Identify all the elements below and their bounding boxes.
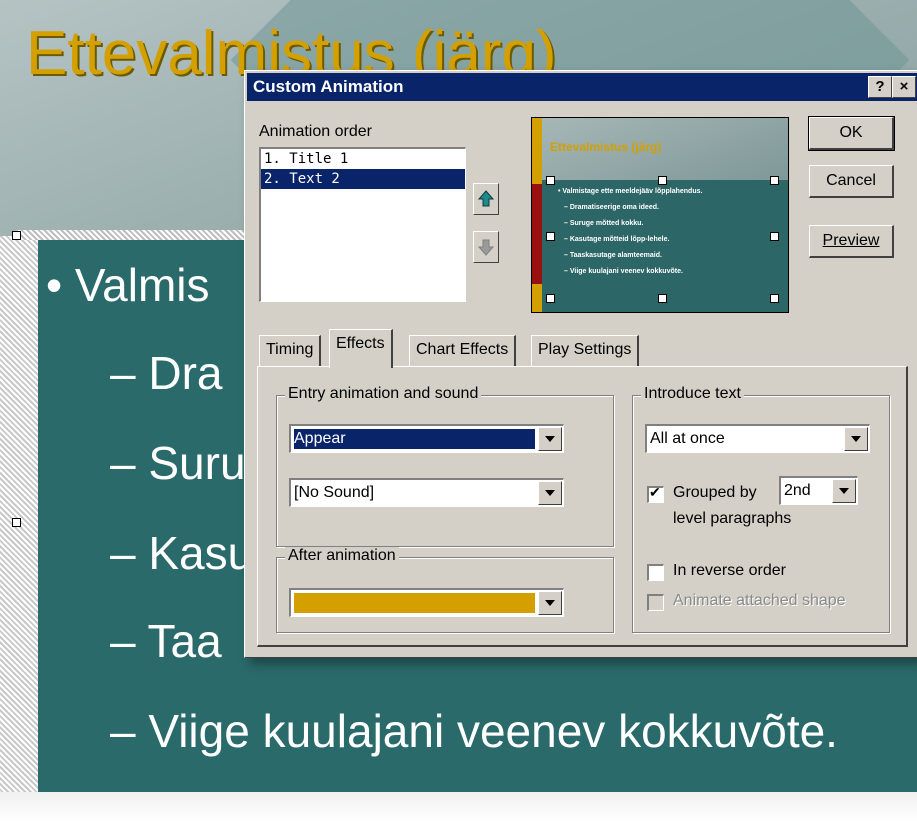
preview-button[interactable]: Preview bbox=[809, 225, 894, 258]
preview-button-label: Preview bbox=[822, 232, 880, 249]
selection-handle[interactable] bbox=[12, 518, 21, 527]
grouped-by-level-value: 2nd bbox=[784, 482, 811, 499]
grouped-by-checkbox[interactable] bbox=[647, 484, 664, 503]
preview-handle bbox=[546, 232, 555, 241]
cancel-button[interactable]: Cancel bbox=[809, 165, 894, 198]
slide-subbullet-5: – Viige kuulajani veenev kokkuvõte. bbox=[110, 705, 838, 757]
selection-handle[interactable] bbox=[12, 231, 21, 240]
move-up-button[interactable] bbox=[473, 183, 499, 215]
introduce-text-group: Introduce text All at once Grouped by 2n… bbox=[632, 385, 890, 633]
chevron-down-icon[interactable] bbox=[832, 479, 856, 503]
arrow-up-icon bbox=[477, 190, 495, 207]
ok-button[interactable]: OK bbox=[808, 116, 895, 151]
dialog-titlebar[interactable]: Custom Animation ? × bbox=[247, 73, 917, 101]
preview-handle bbox=[770, 232, 779, 241]
preview-line: – Kasutage mõtteid lõpp-lehele. bbox=[564, 236, 670, 243]
level-paragraphs-label: level paragraphs bbox=[673, 510, 792, 527]
preview-handle bbox=[770, 176, 779, 185]
preview-line: – Suruge mõtted kokku. bbox=[564, 220, 644, 227]
chevron-down-icon[interactable] bbox=[538, 591, 562, 615]
animation-order-label: Animation order bbox=[259, 123, 372, 141]
preview-line: • Valmistage ette meeldejääv lõpplahendu… bbox=[558, 188, 703, 195]
help-button[interactable]: ? bbox=[868, 76, 892, 98]
entry-animation-label: Entry animation and sound bbox=[285, 385, 482, 403]
after-animation-group: After animation bbox=[276, 547, 614, 633]
entry-animation-group: Entry animation and sound Appear [No Sou… bbox=[276, 385, 614, 547]
entry-effect-value: Appear bbox=[294, 429, 535, 449]
bottom-fade bbox=[0, 792, 917, 822]
grouped-by-level-select[interactable]: 2nd bbox=[779, 476, 858, 505]
animation-order-label-text: Animation order bbox=[259, 123, 372, 140]
animate-attached-shape-checkbox[interactable] bbox=[647, 594, 664, 611]
preview-red-stripe bbox=[532, 184, 542, 284]
tab-effects[interactable]: Effects bbox=[329, 329, 393, 368]
introduce-mode-select[interactable]: All at once bbox=[645, 424, 870, 453]
after-animation-color-swatch bbox=[294, 593, 535, 613]
preview-line: – Dramatiseerige oma ideed. bbox=[564, 204, 659, 211]
chevron-down-icon[interactable] bbox=[538, 481, 562, 505]
effects-panel: Entry animation and sound Appear [No Sou… bbox=[257, 366, 908, 647]
entry-effect-select[interactable]: Appear bbox=[289, 424, 564, 453]
reverse-order-checkbox[interactable] bbox=[647, 564, 664, 581]
slide-subbullet-2: – Suru bbox=[110, 437, 246, 489]
preview-line: – Viige kuulajani veenev kokkuvõte. bbox=[564, 268, 683, 275]
tab-play-settings[interactable]: Play Settings bbox=[531, 335, 640, 366]
sound-select[interactable]: [No Sound] bbox=[289, 478, 564, 507]
grouped-by-label: Grouped by bbox=[673, 484, 757, 501]
after-animation-label: After animation bbox=[285, 547, 399, 565]
list-item[interactable]: 1. Title 1 bbox=[261, 149, 465, 169]
preview-handle bbox=[770, 294, 779, 303]
animation-order-list[interactable]: 1. Title 1 2. Text 2 bbox=[259, 147, 466, 302]
preview-handle bbox=[546, 176, 555, 185]
slide-subbullet-1: – Dra bbox=[110, 347, 223, 399]
dialog-title: Custom Animation bbox=[253, 77, 404, 96]
tab-chart-effects[interactable]: Chart Effects bbox=[409, 335, 517, 366]
after-animation-select[interactable] bbox=[289, 588, 564, 617]
reverse-order-label: In reverse order bbox=[673, 562, 786, 579]
custom-animation-dialog: Custom Animation ? × Animation order 1. … bbox=[244, 70, 917, 658]
slide-subbullet-3: – Kasu bbox=[110, 527, 254, 579]
introduce-mode-value: All at once bbox=[650, 430, 725, 447]
arrow-down-icon bbox=[477, 239, 495, 256]
move-down-button[interactable] bbox=[473, 231, 499, 263]
preview-handle bbox=[546, 294, 555, 303]
chevron-down-icon[interactable] bbox=[538, 427, 562, 451]
introduce-text-label: Introduce text bbox=[641, 385, 744, 403]
preview-handle bbox=[658, 176, 667, 185]
preview-handle bbox=[658, 294, 667, 303]
close-button[interactable]: × bbox=[892, 76, 916, 98]
slide-bullet-1: • Valmis bbox=[46, 259, 210, 311]
chevron-down-icon[interactable] bbox=[844, 427, 868, 451]
slide-preview: Ettevalmistus (järg) • Valmistage ette m… bbox=[531, 117, 789, 313]
list-item[interactable]: 2. Text 2 bbox=[261, 169, 465, 189]
tab-timing[interactable]: Timing bbox=[259, 335, 322, 366]
preview-line: – Taaskasutage alamteemaid. bbox=[564, 252, 662, 259]
sound-value: [No Sound] bbox=[294, 484, 375, 501]
slide-hatch-edge bbox=[0, 236, 38, 822]
preview-title: Ettevalmistus (järg) bbox=[550, 140, 662, 154]
animate-attached-shape-label: Animate attached shape bbox=[673, 592, 846, 609]
slide-subbullet-4: – Taa bbox=[110, 615, 222, 667]
